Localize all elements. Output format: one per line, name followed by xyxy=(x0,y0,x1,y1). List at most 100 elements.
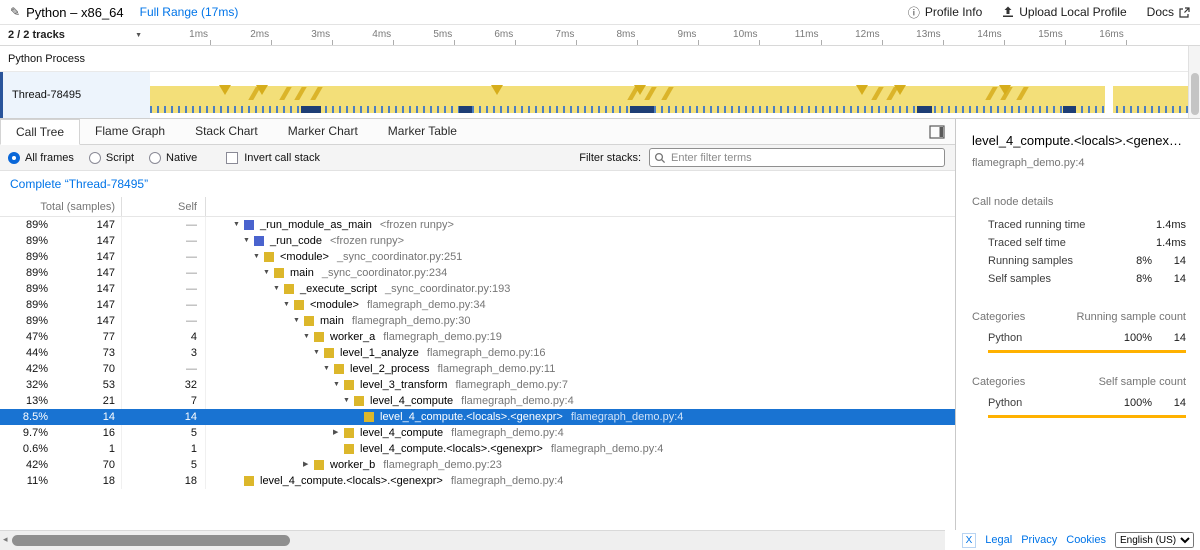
file-location: flamegraph_demo.py:34 xyxy=(367,297,486,313)
call-tree-row[interactable]: 13% 21 7 ▼ level_4_compute flamegraph_de… xyxy=(0,393,955,409)
category-square-icon xyxy=(284,284,294,294)
file-location: flamegraph_demo.py:7 xyxy=(455,377,568,393)
sidebar-toggle-icon[interactable] xyxy=(929,125,945,139)
call-tree-row[interactable]: 89% 147 — ▼ main _sync_coordinator.py:23… xyxy=(0,265,955,281)
expand-collapse-icon[interactable]: ▼ xyxy=(323,361,334,377)
panel-tab[interactable]: Marker Table xyxy=(373,119,472,144)
call-tree-row[interactable]: 89% 147 — ▼ _run_module_as_main <frozen … xyxy=(0,217,955,233)
vertical-scrollbar-thumb[interactable] xyxy=(1191,73,1199,115)
horizontal-scrollbar[interactable]: ◂ xyxy=(0,530,945,550)
expand-collapse-icon[interactable]: ▶ xyxy=(333,425,344,441)
checkbox-icon xyxy=(226,152,238,164)
marker-triangle-icon[interactable] xyxy=(219,85,231,95)
timeline-vertical-scrollbar[interactable] xyxy=(1188,46,1200,118)
call-tree-row[interactable]: 11% 18 18 level_4_compute.<locals>.<gene… xyxy=(0,473,955,489)
thread-track-label[interactable]: Thread-78495 xyxy=(0,72,150,118)
row-spacer xyxy=(206,217,225,233)
expand-collapse-icon[interactable]: ▼ xyxy=(303,329,314,345)
detail-row: Self samples 8% 14 xyxy=(972,270,1186,288)
function-name: _run_module_as_main xyxy=(260,217,372,233)
time-tick-label: 15ms xyxy=(1005,25,1066,45)
expand-collapse-icon[interactable]: ▼ xyxy=(333,377,344,393)
expand-collapse-icon[interactable]: ▼ xyxy=(283,297,294,313)
self-samples: 1 xyxy=(122,441,206,457)
total-percent: 89% xyxy=(0,265,52,281)
expand-collapse-icon[interactable]: ▼ xyxy=(343,393,354,409)
self-samples: — xyxy=(122,361,206,377)
time-tick-label: 2ms xyxy=(211,25,272,45)
call-tree-row[interactable]: 8.5% 14 14 level_4_compute.<locals>.<gen… xyxy=(0,409,955,425)
breadcrumb-complete-thread[interactable]: Complete “Thread-78495” xyxy=(10,177,148,191)
panel-tabbar: Call Tree Flame Graph Stack Chart Marker… xyxy=(0,119,955,145)
self-samples: — xyxy=(122,313,206,329)
docs-link[interactable]: Docs xyxy=(1147,5,1190,19)
function-name: worker_a xyxy=(330,329,375,345)
thread-track[interactable]: Thread-78495 xyxy=(0,72,1200,118)
marker-triangle-icon[interactable] xyxy=(491,85,503,95)
thread-activity-graph[interactable] xyxy=(150,72,1188,118)
call-tree-row[interactable]: 89% 147 — ▼ <module> flamegraph_demo.py:… xyxy=(0,297,955,313)
call-tree-row[interactable]: 89% 147 — ▼ <module> _sync_coordinator.p… xyxy=(0,249,955,265)
full-range-link[interactable]: Full Range (17ms) xyxy=(140,5,239,19)
call-tree-row[interactable]: 0.6% 1 1 level_4_compute.<locals>.<genex… xyxy=(0,441,955,457)
footer-x-button[interactable]: X xyxy=(962,533,977,548)
scroll-left-arrow-icon[interactable]: ◂ xyxy=(3,534,8,545)
tree-cell: ▼ <module> flamegraph_demo.py:34 xyxy=(225,297,955,313)
expand-collapse-icon[interactable]: ▼ xyxy=(293,313,304,329)
dense-samples-segment xyxy=(630,106,655,113)
tree-cell: ▼ level_1_analyze flamegraph_demo.py:16 xyxy=(225,345,955,361)
total-samples: 1 xyxy=(52,441,122,457)
call-tree-row[interactable]: 42% 70 5 ▶ worker_b flamegraph_demo.py:2… xyxy=(0,457,955,473)
frames-filter-radio[interactable]: Script xyxy=(89,152,134,164)
expand-collapse-icon[interactable]: ▶ xyxy=(303,457,314,473)
frames-filter-radio[interactable]: All frames xyxy=(8,152,74,164)
expand-collapse-icon[interactable]: ▼ xyxy=(253,249,264,265)
call-tree-row[interactable]: 47% 77 4 ▼ worker_a flamegraph_demo.py:1… xyxy=(0,329,955,345)
category-square-icon xyxy=(344,444,354,454)
panel-tab[interactable]: Call Tree xyxy=(0,119,80,145)
profile-info-label: Profile Info xyxy=(925,5,982,19)
frames-filter-radio[interactable]: Native xyxy=(149,152,197,164)
timeline-ruler[interactable]: 2 / 2 tracks ▼ 1ms 2ms 3ms 4ms 5ms 6ms 7… xyxy=(0,25,1200,46)
process-track-header[interactable]: Python Process xyxy=(0,46,1200,72)
function-name: level_2_process xyxy=(350,361,430,377)
upload-profile-button[interactable]: Upload Local Profile xyxy=(1002,5,1126,19)
language-select[interactable]: English (US) xyxy=(1115,532,1194,548)
expand-collapse-icon[interactable]: ▼ xyxy=(233,217,244,233)
thread-name: Thread-78495 xyxy=(12,89,81,101)
filter-input[interactable] xyxy=(649,148,945,167)
tree-cell: level_4_compute.<locals>.<genexpr> flame… xyxy=(225,473,955,489)
call-tree-row[interactable]: 42% 70 — ▼ level_2_process flamegraph_de… xyxy=(0,361,955,377)
category-square-icon xyxy=(334,364,344,374)
tree-cell: level_4_compute.<locals>.<genexpr> flame… xyxy=(225,409,955,425)
profile-info-button[interactable]: ⓘ Profile Info xyxy=(908,4,982,21)
time-tick-label: 8ms xyxy=(577,25,638,45)
footer-link[interactable]: Cookies xyxy=(1066,534,1106,546)
horizontal-scrollbar-thumb[interactable] xyxy=(12,535,290,546)
self-samples: — xyxy=(122,217,206,233)
call-tree-row[interactable]: 32% 53 32 ▼ level_3_transform flamegraph… xyxy=(0,377,955,393)
panel-tab[interactable]: Flame Graph xyxy=(80,119,180,144)
marker-triangle-icon[interactable] xyxy=(856,85,868,95)
footer-link[interactable]: Legal xyxy=(985,534,1012,546)
category-square-icon xyxy=(354,396,364,406)
expand-collapse-icon[interactable]: ▼ xyxy=(243,233,254,249)
call-tree-row[interactable]: 9.7% 16 5 ▶ level_4_compute flamegraph_d… xyxy=(0,425,955,441)
invert-call-stack-checkbox[interactable]: Invert call stack xyxy=(226,152,320,164)
total-percent: 11% xyxy=(0,473,52,489)
footer-link[interactable]: Privacy xyxy=(1021,534,1057,546)
tracks-dropdown[interactable]: 2 / 2 tracks ▼ xyxy=(0,25,150,45)
expand-collapse-icon[interactable]: ▼ xyxy=(273,281,284,297)
radio-icon xyxy=(8,152,20,164)
call-tree-row[interactable]: 89% 147 — ▼ main flamegraph_demo.py:30 xyxy=(0,313,955,329)
edit-profile-name-icon[interactable]: ✎ xyxy=(10,5,20,19)
call-tree-header: Total (samples) Self xyxy=(0,197,955,217)
call-tree-row[interactable]: 44% 73 3 ▼ level_1_analyze flamegraph_de… xyxy=(0,345,955,361)
panel-tab[interactable]: Stack Chart xyxy=(180,119,273,144)
expand-collapse-icon[interactable]: ▼ xyxy=(263,265,274,281)
tree-cell: ▼ <module> _sync_coordinator.py:251 xyxy=(225,249,955,265)
expand-collapse-icon[interactable]: ▼ xyxy=(313,345,324,361)
call-tree-row[interactable]: 89% 147 — ▼ _execute_script _sync_coordi… xyxy=(0,281,955,297)
panel-tab[interactable]: Marker Chart xyxy=(273,119,373,144)
call-tree-row[interactable]: 89% 147 — ▼ _run_code <frozen runpy> xyxy=(0,233,955,249)
